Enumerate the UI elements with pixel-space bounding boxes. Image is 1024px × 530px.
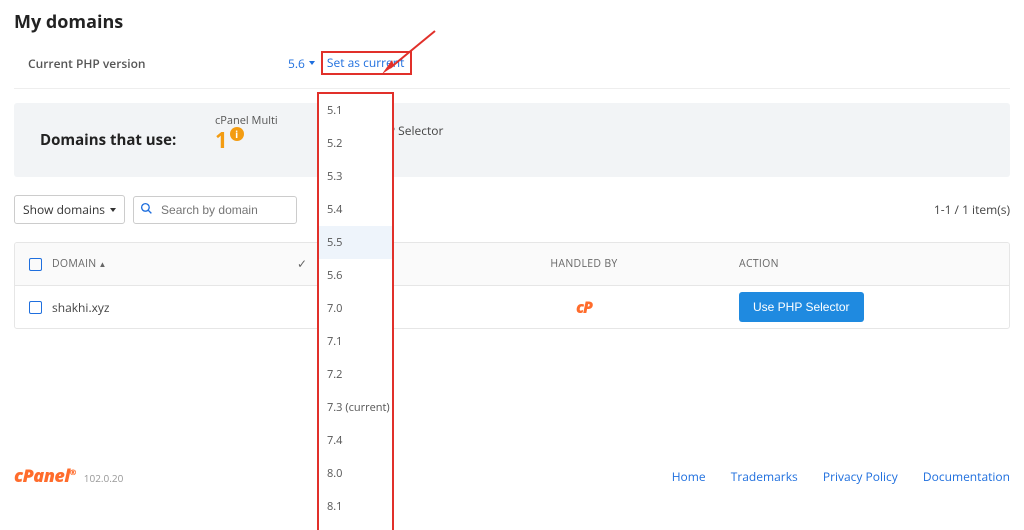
col-domain[interactable]: DOMAIN [52, 257, 97, 271]
footer-links: Home Trademarks Privacy Policy Documenta… [650, 468, 1010, 485]
php-version-dropdown[interactable]: ✓ 5.1 5.2 5.3 5.4 5.5 5.6 7.0 7.1 7.2 7.… [317, 92, 394, 530]
php-version-select[interactable]: 5.6 [288, 55, 315, 72]
set-as-current-link[interactable]: Set as current [321, 51, 413, 75]
search-domain-box[interactable] [133, 196, 297, 224]
banner-col-left-top: cPanel Multi [215, 113, 278, 128]
search-input[interactable] [159, 202, 290, 218]
caret-down-icon [309, 61, 315, 65]
cpanel-icon: cP [576, 296, 592, 318]
domains-table: DOMAIN ▲ HANDLED BY ACTION shakhi.xyz cP… [14, 242, 1010, 329]
table-header: DOMAIN ▲ HANDLED BY ACTION [15, 243, 1009, 286]
col-handled: HANDLED BY [469, 257, 699, 271]
search-icon [140, 202, 153, 217]
php-option[interactable]: 8.1 [319, 490, 392, 523]
php-option[interactable]: 5.2 [319, 127, 392, 160]
php-option[interactable]: 7.0 [319, 292, 392, 325]
items-count: 1-1 / 1 item(s) [934, 201, 1010, 218]
php-option[interactable]: 5.6 [319, 259, 392, 292]
php-option[interactable]: 7.1 [319, 325, 392, 358]
current-php-label: Current PHP version [28, 55, 288, 72]
php-option[interactable]: native (7.3) [319, 523, 392, 530]
footer-link-trademarks[interactable]: Trademarks [731, 468, 798, 485]
php-option[interactable]: 7.3 (current) [319, 391, 392, 424]
check-icon: ✓ [297, 255, 307, 272]
footer-link-docs[interactable]: Documentation [923, 468, 1010, 485]
divider [14, 88, 1010, 89]
php-option[interactable]: 5.5 [319, 226, 392, 259]
banner-label: Domains that use: [40, 130, 215, 150]
caret-down-icon [110, 208, 116, 212]
select-all-checkbox[interactable] [29, 258, 42, 271]
php-option[interactable]: 7.4 [319, 424, 392, 457]
domain-cell[interactable]: shakhi.xyz [52, 299, 110, 316]
info-icon[interactable]: i [230, 127, 244, 141]
php-option[interactable]: 8.0 [319, 457, 392, 490]
sort-asc-icon: ▲ [99, 259, 107, 270]
php-option[interactable]: 5.4 [319, 193, 392, 226]
php-option[interactable]: 5.1 [319, 94, 392, 127]
use-php-selector-button[interactable]: Use PHP Selector [739, 292, 864, 322]
domains-use-banner: Domains that use: cPanel Multi 1 i ux PH… [14, 103, 1010, 177]
show-domains-button[interactable]: Show domains [14, 195, 125, 224]
php-option[interactable]: 7.2 [319, 358, 392, 391]
page-title: My domains [14, 10, 1010, 34]
php-option[interactable]: 5.3 [319, 160, 392, 193]
row-checkbox[interactable] [29, 301, 42, 314]
cpanel-logo: cPanel® [14, 464, 76, 488]
footer-version: 102.0.20 [84, 471, 124, 485]
banner-count: 1 i [215, 125, 244, 155]
col-action: ACTION [699, 257, 1009, 271]
footer-link-home[interactable]: Home [672, 468, 706, 485]
current-php-row: Current PHP version 5.6 Set as current [14, 52, 1010, 74]
php-version-selected: 5.6 [288, 55, 305, 72]
table-row: shakhi.xyz cP Use PHP Selector [15, 286, 1009, 328]
footer-link-privacy[interactable]: Privacy Policy [823, 468, 898, 485]
